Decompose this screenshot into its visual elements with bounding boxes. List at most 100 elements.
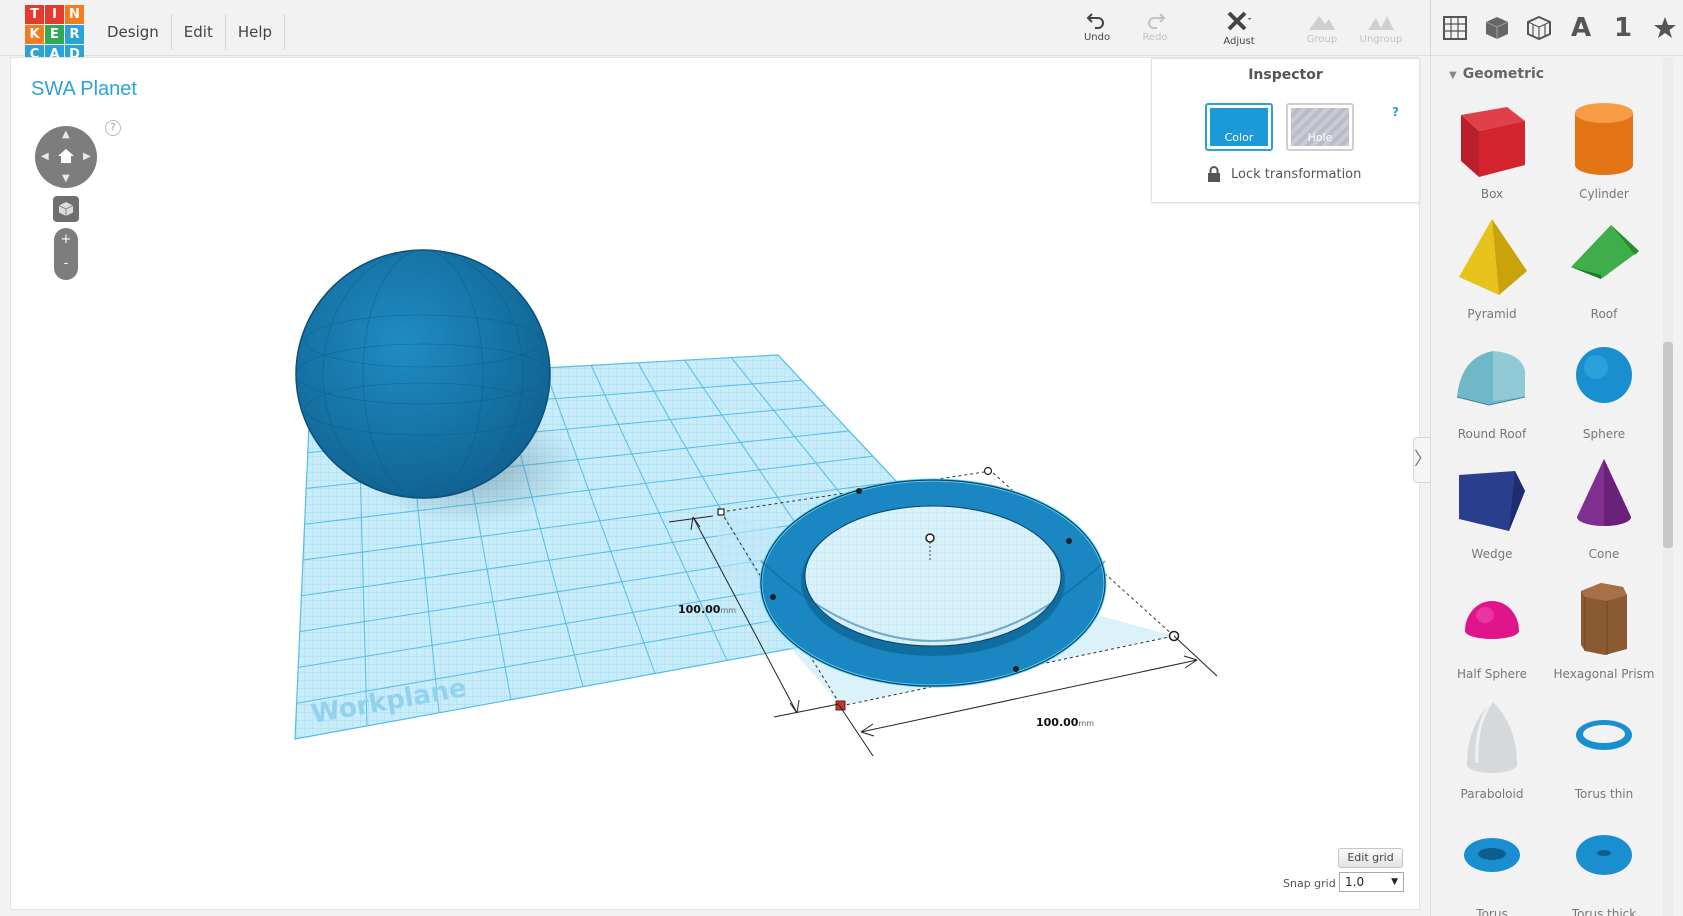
cone-icon [1577, 459, 1631, 526]
shape-cylinder[interactable]: Cylinder [1549, 95, 1659, 205]
orbit-control[interactable]: ▲ ▼ ◀ ▶ [35, 126, 97, 188]
shape-box[interactable]: Box [1437, 95, 1547, 205]
zoom-in-button[interactable]: + [54, 228, 78, 252]
logo-letter: T [25, 5, 44, 24]
shape-hexagonal-prism[interactable]: Hexagonal Prism [1549, 575, 1659, 685]
group-button[interactable]: Group [1294, 10, 1350, 45]
ungroup-icon [1368, 16, 1394, 30]
shape-paraboloid[interactable]: Paraboloid [1437, 695, 1547, 805]
snap-grid-value: 1.0 [1345, 875, 1365, 889]
fit-view-button[interactable] [53, 196, 79, 222]
round-roof-icon [1456, 351, 1526, 406]
home-view-icon[interactable] [57, 148, 75, 164]
zoom-control: + - [54, 228, 78, 280]
shape-pyramid[interactable]: Pyramid [1437, 215, 1547, 325]
star-icon [1654, 17, 1676, 38]
redo-label: Redo [1142, 32, 1168, 43]
panel-scrollbar[interactable] [1663, 342, 1673, 548]
orbit-down-icon[interactable]: ▼ [62, 174, 70, 184]
hole-swatch[interactable]: Hole [1286, 103, 1354, 151]
orbit-up-icon[interactable]: ▲ [62, 130, 70, 140]
shape-label: Cone [1588, 547, 1620, 561]
shape-round-roof[interactable]: Round Roof [1437, 335, 1547, 445]
color-label: Color [1210, 108, 1268, 146]
sphere-object[interactable] [295, 249, 551, 499]
torus-thin-icon [1576, 720, 1632, 750]
menu-design[interactable]: Design [95, 14, 172, 50]
box-icon [1461, 107, 1525, 177]
panel-collapse-button[interactable]: 〉 [1413, 437, 1432, 483]
pyramid-icon [1459, 219, 1527, 295]
shape-half-sphere[interactable]: Half Sphere [1437, 575, 1547, 685]
cylinder-icon [1575, 103, 1633, 175]
shape-torus-thick[interactable]: Torus thick [1549, 815, 1659, 916]
wireframe-view-button[interactable] [1525, 14, 1553, 42]
shape-torus[interactable]: Torus [1437, 815, 1547, 916]
torus-icon [1464, 838, 1520, 872]
group-label: Group [1306, 34, 1338, 45]
roof-icon [1571, 225, 1639, 279]
text-shapes-button[interactable]: A [1567, 13, 1595, 43]
ungroup-label: Ungroup [1359, 34, 1403, 45]
torus-object[interactable] [759, 478, 1107, 688]
color-swatch[interactable]: Color [1205, 103, 1273, 151]
shape-label: Cylinder [1579, 187, 1629, 201]
hexagonal-prism-icon [1581, 583, 1627, 655]
shape-label: Torus thick [1571, 907, 1637, 916]
paraboloid-icon [1467, 700, 1517, 773]
shape-label: Roof [1590, 307, 1618, 321]
shape-roof[interactable]: Roof [1549, 215, 1659, 325]
tinkercad-logo[interactable]: T I N K E R C A D [25, 5, 85, 65]
edit-grid-button[interactable]: Edit grid [1338, 848, 1403, 868]
torus-thick-icon [1576, 835, 1632, 875]
collapse-arrow-icon: ▼ [1449, 70, 1457, 81]
lock-icon [1208, 166, 1220, 182]
cube-wire-icon [1527, 15, 1551, 41]
nav-help-icon[interactable]: ? [105, 120, 121, 136]
snap-grid-label: Snap grid [1283, 877, 1336, 890]
lock-label: Lock transformation [1231, 166, 1362, 182]
shape-cone[interactable]: Cone [1549, 455, 1659, 565]
half-sphere-icon [1465, 601, 1519, 639]
zoom-out-button[interactable]: - [54, 252, 78, 276]
ungroup-button[interactable]: Ungroup [1353, 10, 1409, 45]
shape-torus-thin[interactable]: Torus thin [1549, 695, 1659, 805]
grid-icon [1443, 16, 1467, 40]
wedge-icon [1459, 471, 1525, 531]
orbit-right-icon[interactable]: ▶ [83, 152, 91, 162]
shape-label: Half Sphere [1456, 667, 1528, 681]
geometric-heading[interactable]: ▼ Geometric [1449, 66, 1544, 82]
inspector-help-icon[interactable]: ? [1392, 105, 1399, 119]
favorites-button[interactable] [1651, 14, 1679, 42]
menu-help[interactable]: Help [226, 14, 286, 50]
shape-label: Torus thin [1574, 787, 1634, 801]
undo-button[interactable]: Undo [1069, 10, 1125, 43]
logo-letter: E [45, 25, 64, 44]
view-tools: A 1 [1430, 0, 1679, 56]
number-shapes-button[interactable]: 1 [1609, 13, 1637, 43]
orbit-left-icon[interactable]: ◀ [41, 152, 49, 162]
width-dimension: 100.00mm [1036, 716, 1094, 729]
shapes-panel: ▼ Geometric Box Cylinder Pyramid Roof Ro… [1430, 57, 1683, 916]
shape-label: Sphere [1582, 427, 1626, 441]
tinkercad-app: T I N K E R C A D Design Edit Help Undo … [0, 0, 1683, 916]
box-view-button[interactable] [1483, 14, 1511, 42]
cube-solid-icon [1485, 17, 1509, 39]
grid-view-button[interactable] [1441, 14, 1469, 42]
menu-edit[interactable]: Edit [172, 14, 226, 50]
shape-label: Torus [1476, 907, 1508, 916]
shape-wedge[interactable]: Wedge [1437, 455, 1547, 565]
logo-letter: I [45, 5, 64, 24]
lock-transformation-toggle[interactable]: Lock transformation [1207, 166, 1361, 182]
adjust-button[interactable]: Adjust [1211, 10, 1267, 47]
logo-letter: R [65, 25, 84, 44]
shape-sphere[interactable]: Sphere [1549, 335, 1659, 445]
design-title[interactable]: SWA Planet [31, 78, 137, 101]
redo-button[interactable]: Redo [1127, 10, 1183, 43]
snap-grid-select[interactable]: 1.0 ▼ [1339, 872, 1404, 892]
chevron-down-icon: ▼ [1391, 877, 1398, 887]
shape-label: Pyramid [1467, 307, 1517, 321]
shape-label: Box [1480, 187, 1504, 201]
logo-letter: K [25, 25, 44, 44]
main-menu: Design Edit Help [95, 14, 286, 50]
